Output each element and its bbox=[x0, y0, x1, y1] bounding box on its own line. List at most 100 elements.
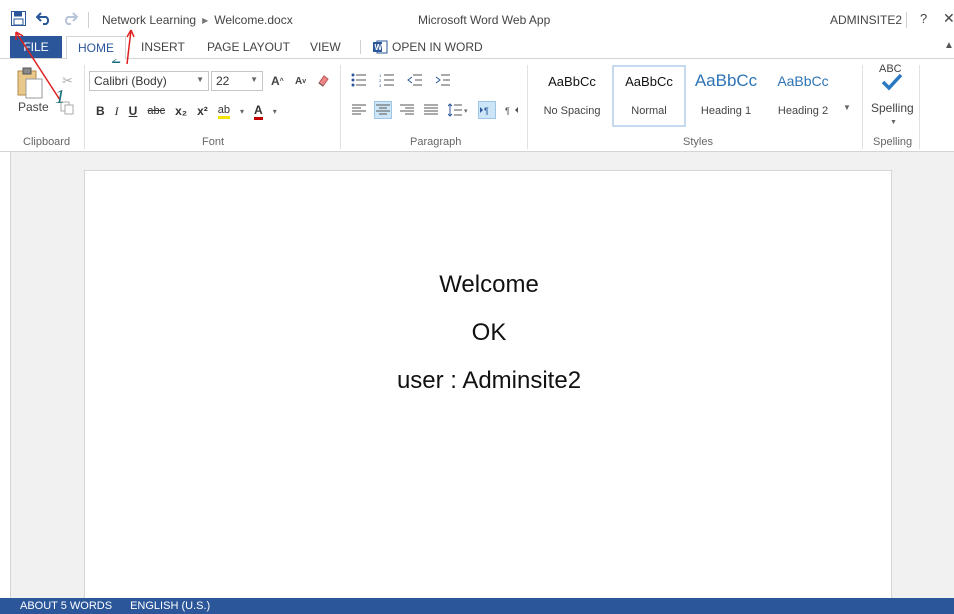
chevron-down-icon: ▼ bbox=[250, 75, 258, 84]
paragraph-row-2: ▾ ¶ ¶ bbox=[350, 101, 520, 119]
group-separator bbox=[919, 65, 920, 149]
tab-insert[interactable]: INSERT bbox=[141, 36, 185, 58]
style-sample: AaBbCc bbox=[548, 74, 596, 89]
strikethrough-button[interactable]: abc bbox=[147, 105, 165, 117]
style-name: Normal bbox=[631, 105, 667, 117]
grow-font-icon[interactable]: A ^ bbox=[271, 71, 284, 91]
collapse-ribbon-icon[interactable]: ▲ bbox=[944, 40, 954, 51]
annotation-number-1: 1 bbox=[55, 86, 65, 108]
group-separator bbox=[862, 65, 863, 149]
style-sample: AaBbCc bbox=[625, 74, 673, 89]
shrink-font-icon[interactable]: Av bbox=[295, 71, 306, 91]
align-left-icon[interactable] bbox=[350, 101, 368, 119]
paste-label[interactable]: Paste bbox=[18, 100, 49, 114]
status-bar: ABOUT 5 WORDS ENGLISH (U.S.) bbox=[0, 598, 954, 614]
breadcrumb-file[interactable]: Welcome.docx bbox=[214, 13, 292, 27]
app-title: Microsoft Word Web App bbox=[418, 13, 551, 27]
group-separator bbox=[527, 65, 528, 149]
svg-text:▾: ▾ bbox=[464, 108, 468, 115]
group-separator bbox=[84, 65, 85, 149]
quick-access-toolbar bbox=[10, 10, 78, 26]
document-line[interactable]: Welcome bbox=[85, 271, 893, 299]
tab-view[interactable]: VIEW bbox=[310, 36, 341, 58]
title-bar: Network Learning ▶ Welcome.docx Microsof… bbox=[0, 0, 954, 36]
bullets-icon[interactable] bbox=[350, 71, 368, 89]
justify-icon[interactable] bbox=[422, 101, 440, 119]
spelling-group-label: Spelling bbox=[873, 136, 913, 148]
word-count[interactable]: ABOUT 5 WORDS bbox=[20, 600, 112, 612]
style-heading-1[interactable]: AaBbCc Heading 1 bbox=[688, 65, 764, 127]
document-page[interactable]: Welcome OK user : Adminsite2 bbox=[84, 170, 892, 610]
line-spacing-icon[interactable]: ▾ bbox=[446, 101, 472, 119]
breadcrumb-site[interactable]: Network Learning bbox=[102, 13, 196, 27]
chevron-down-icon[interactable]: ▼ bbox=[890, 119, 897, 126]
paragraph-row-1: 123 bbox=[350, 71, 452, 89]
paragraph-group-label: Paragraph bbox=[410, 136, 462, 148]
font-size-select[interactable]: 22 ▼ bbox=[211, 71, 263, 91]
breadcrumb: Network Learning ▶ Welcome.docx bbox=[102, 13, 293, 27]
user-separator bbox=[906, 12, 907, 28]
spelling-button[interactable]: Spelling bbox=[871, 101, 914, 115]
svg-text:¶: ¶ bbox=[484, 106, 489, 116]
title-separator bbox=[88, 12, 89, 28]
style-name: Heading 1 bbox=[700, 105, 752, 117]
style-heading-2[interactable]: AaBbCc Heading 2 bbox=[766, 65, 840, 127]
open-in-word-label: OPEN IN WORD bbox=[392, 40, 483, 54]
align-right-icon[interactable] bbox=[398, 101, 416, 119]
group-separator bbox=[340, 65, 341, 149]
style-name: Heading 2 bbox=[777, 105, 829, 117]
document-line[interactable]: user : Adminsite2 bbox=[85, 367, 893, 395]
help-button[interactable]: ? bbox=[920, 11, 927, 26]
document-line[interactable]: OK bbox=[85, 319, 893, 347]
tab-file[interactable]: FILE bbox=[10, 36, 62, 58]
language[interactable]: ENGLISH (U.S.) bbox=[130, 600, 210, 612]
tab-home[interactable]: HOME bbox=[66, 36, 126, 59]
font-size-value: 22 bbox=[216, 74, 230, 88]
subscript-button[interactable]: x₂ bbox=[175, 104, 187, 118]
style-normal[interactable]: AaBbCc Normal bbox=[612, 65, 686, 127]
check-icon[interactable] bbox=[881, 73, 903, 94]
font-format-row: B I U abc x₂ x² ab ▾ A ▾ bbox=[96, 101, 277, 121]
breadcrumb-arrow-icon: ▶ bbox=[202, 15, 209, 25]
styles-group-label: Styles bbox=[683, 136, 713, 148]
font-name-select[interactable]: Calibri (Body) ▼ bbox=[89, 71, 209, 91]
decrease-indent-icon[interactable] bbox=[406, 71, 424, 89]
chevron-down-icon[interactable]: ▼ bbox=[843, 103, 851, 112]
italic-button[interactable]: I bbox=[115, 104, 119, 119]
user-name[interactable]: ADMINSITE2 bbox=[830, 13, 902, 27]
style-name: No Spacing bbox=[543, 105, 601, 117]
ltr-icon[interactable]: ¶ bbox=[478, 101, 496, 119]
style-no-spacing[interactable]: AaBbCc No Spacing bbox=[534, 65, 610, 127]
numbering-icon[interactable]: 123 bbox=[378, 71, 396, 89]
chevron-down-icon[interactable]: ▾ bbox=[240, 107, 244, 116]
align-center-icon[interactable] bbox=[374, 101, 392, 119]
superscript-button[interactable]: x² bbox=[197, 104, 208, 118]
clipboard-group-label: Clipboard bbox=[23, 136, 71, 148]
svg-text:W: W bbox=[375, 43, 383, 52]
chevron-down-icon[interactable]: ▾ bbox=[273, 107, 277, 116]
font-group-label: Font bbox=[202, 136, 225, 148]
bold-button[interactable]: B bbox=[96, 104, 105, 118]
style-sample: AaBbCc bbox=[694, 71, 758, 90]
font-name-value: Calibri (Body) bbox=[94, 74, 167, 88]
close-icon[interactable]: ✕ bbox=[943, 10, 954, 27]
tab-page-layout[interactable]: PAGE LAYOUT bbox=[207, 36, 290, 58]
clear-format-icon[interactable] bbox=[316, 71, 330, 91]
rtl-icon[interactable]: ¶ bbox=[502, 101, 520, 119]
chevron-down-icon: ▼ bbox=[196, 75, 204, 84]
undo-icon[interactable] bbox=[36, 10, 52, 26]
tab-separator bbox=[360, 40, 361, 54]
svg-text:3: 3 bbox=[379, 83, 382, 87]
increase-indent-icon[interactable] bbox=[434, 71, 452, 89]
save-icon[interactable] bbox=[10, 10, 26, 26]
open-in-word-button[interactable]: W OPEN IN WORD bbox=[372, 36, 483, 58]
shrink-font-label: A bbox=[295, 75, 303, 87]
svg-text:¶: ¶ bbox=[505, 106, 510, 116]
underline-button[interactable]: U bbox=[129, 104, 138, 118]
canvas-border bbox=[10, 152, 11, 598]
redo-icon[interactable] bbox=[62, 10, 78, 26]
highlight-button[interactable]: ab bbox=[217, 104, 231, 119]
grow-font-label: A bbox=[271, 74, 280, 88]
font-color-button[interactable]: A bbox=[254, 103, 263, 120]
paste-icon[interactable] bbox=[16, 67, 56, 102]
